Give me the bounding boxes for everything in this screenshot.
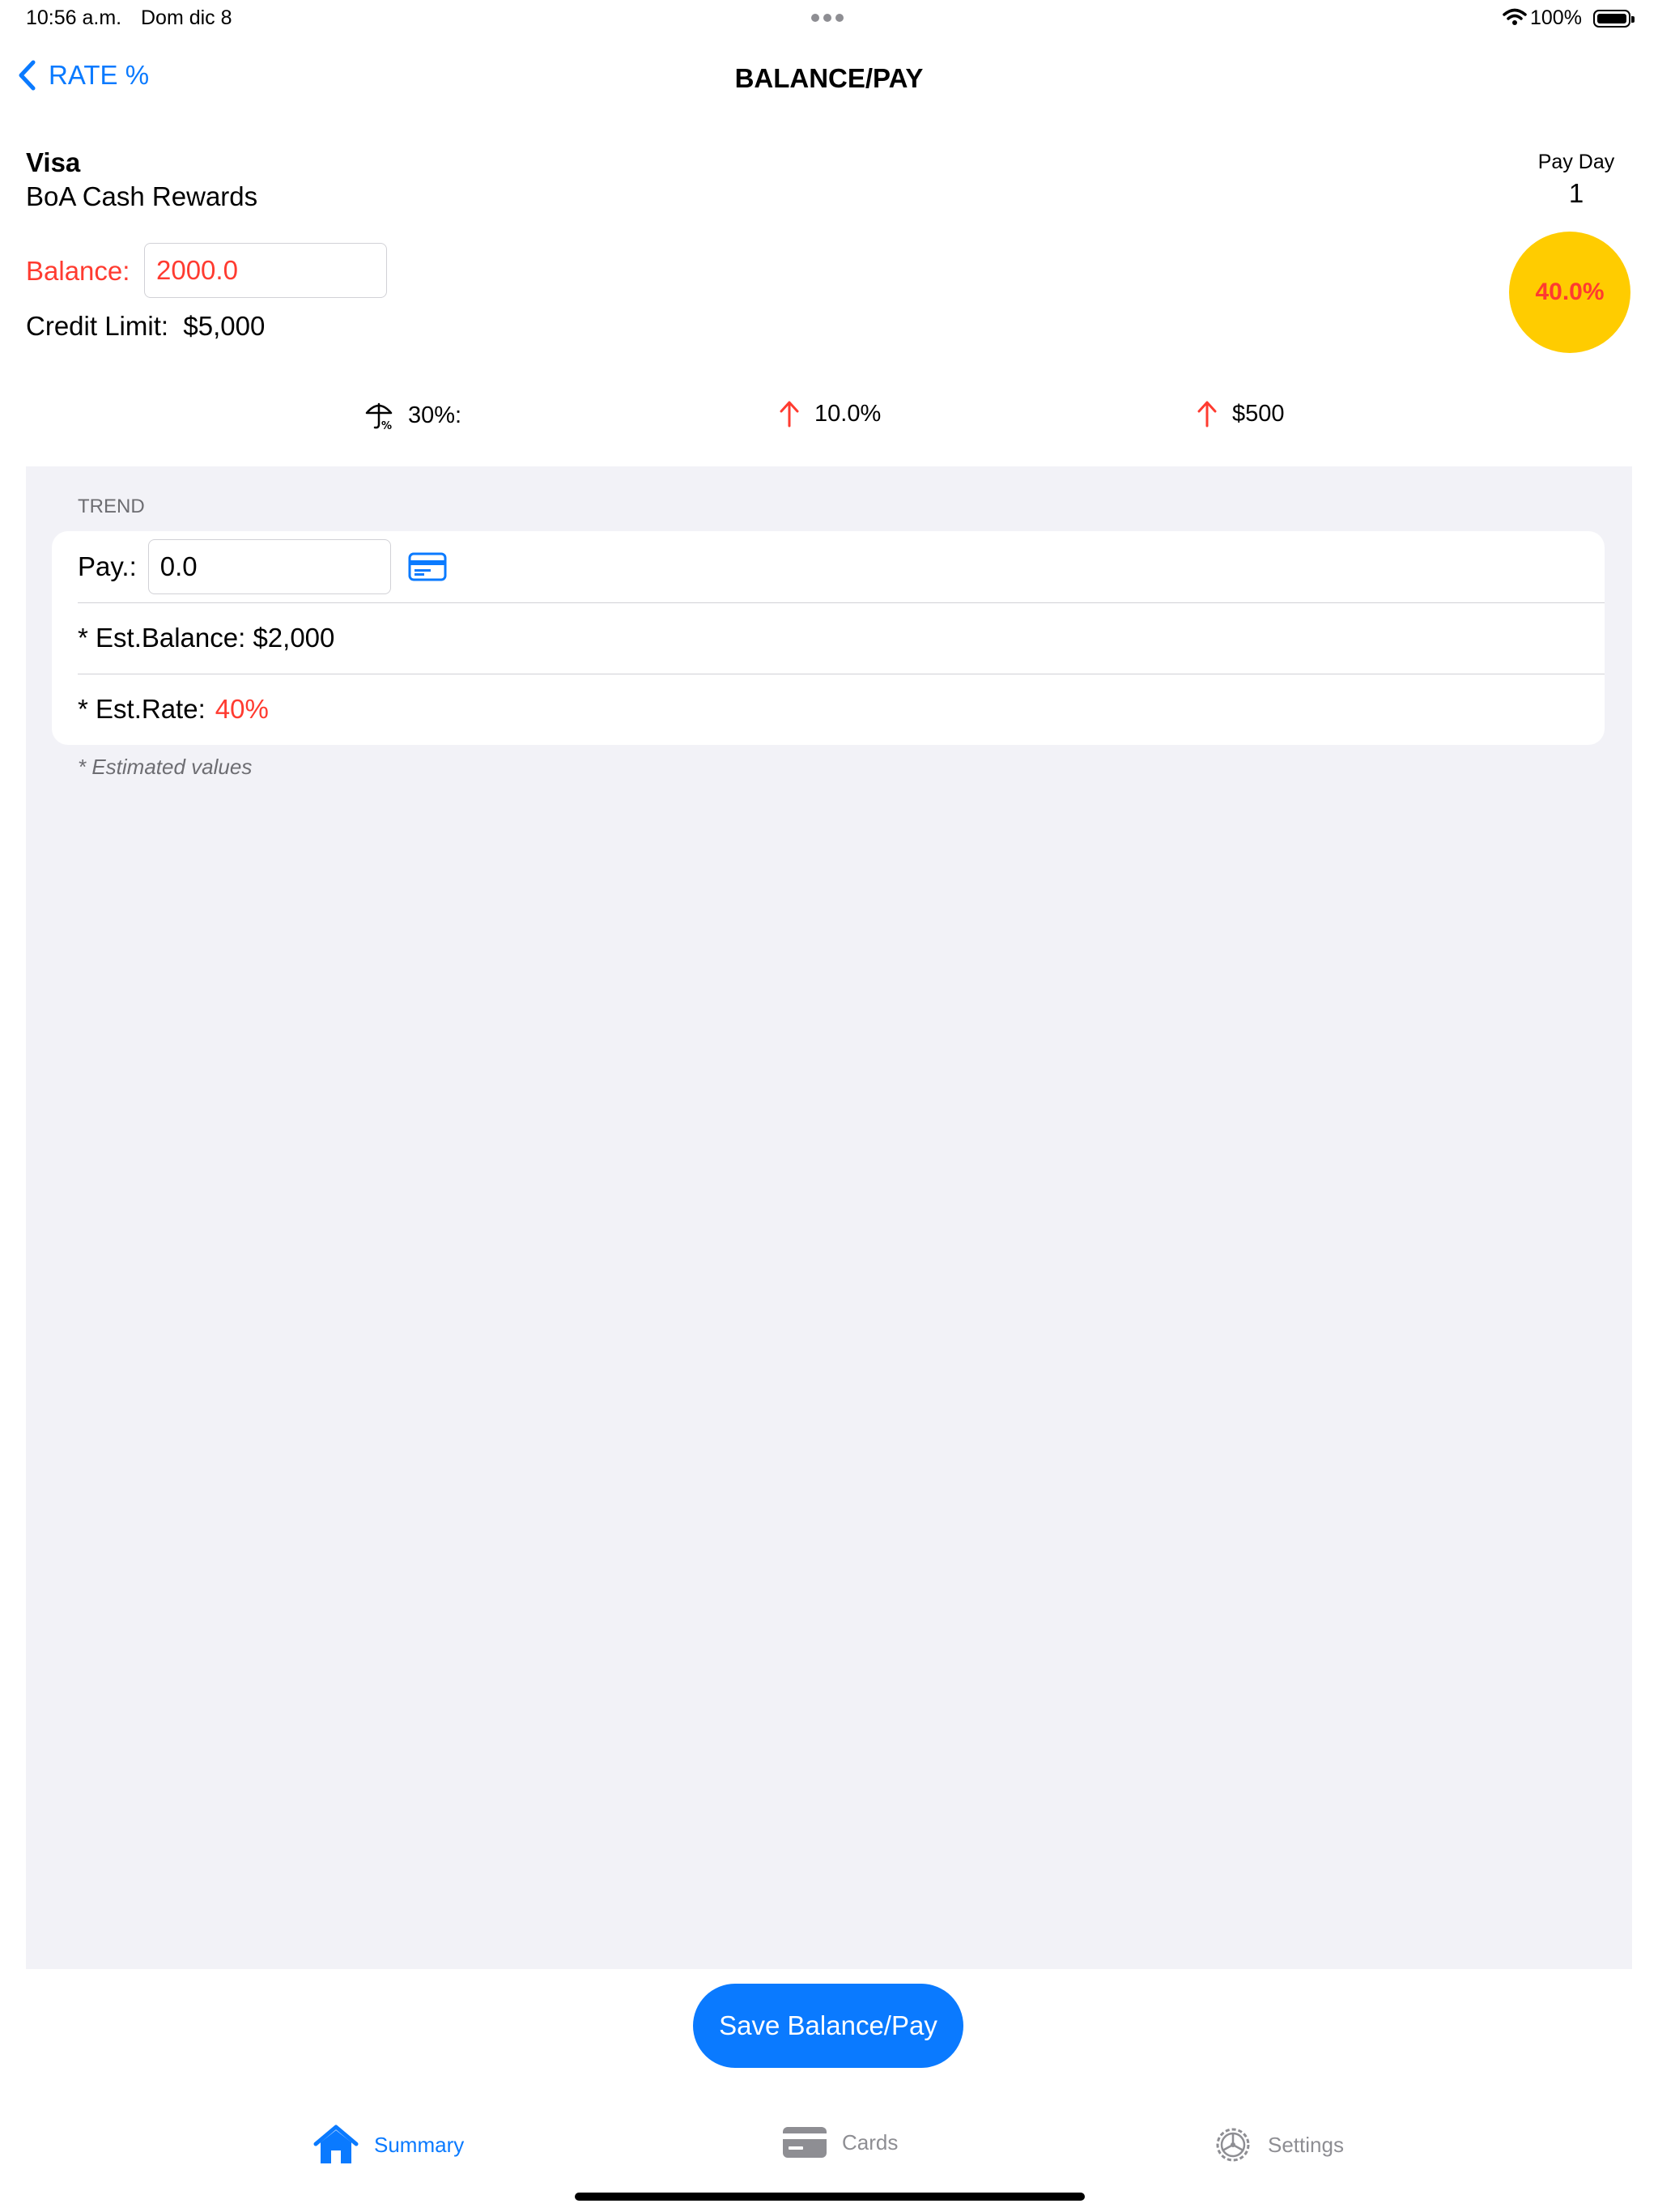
pay-label: Pay.: — [78, 551, 137, 581]
credit-card-icon — [783, 2127, 827, 2158]
est-rate-value: 40% — [215, 694, 269, 724]
umbrella-percent-icon: % — [365, 402, 393, 431]
est-balance-label: * Est.Balance: — [78, 623, 246, 653]
tab-settings-label: Settings — [1268, 2132, 1344, 2157]
gear-icon — [1216, 2128, 1250, 2162]
card-name: BoA Cash Rewards — [26, 181, 258, 211]
credit-card-icon[interactable] — [407, 551, 448, 582]
tab-settings[interactable]: Settings — [1213, 2125, 1344, 2165]
pay-input[interactable] — [147, 539, 391, 594]
stat-utilization-target: % 30%: — [364, 400, 461, 431]
status-time: 10:56 a.m. — [26, 6, 122, 29]
credit-limit-label: Credit Limit: — [26, 311, 169, 341]
est-rate-row: * Est.Rate: 40% — [52, 674, 1605, 745]
battery-percent: 100% — [1530, 6, 1582, 29]
arrow-up-icon — [780, 401, 799, 428]
est-balance-value: $2,000 — [253, 623, 335, 653]
trend-group: Pay.: * Est.Balance: $2,000 * Est.Rate: … — [52, 531, 1605, 745]
credit-limit: Credit Limit: $5,000 — [26, 311, 265, 342]
svg-text:%: % — [381, 420, 392, 431]
status-date: Dom dic 8 — [141, 6, 232, 29]
house-icon — [313, 2125, 359, 2163]
wifi-icon — [1503, 8, 1527, 30]
est-rate-label: * Est.Rate: — [78, 694, 206, 724]
stat-rate-change-label: 10.0% — [814, 400, 882, 427]
tab-cards[interactable]: Cards — [782, 2125, 898, 2160]
home-indicator[interactable] — [575, 2193, 1085, 2201]
stat-utilization-label: 30%: — [408, 402, 462, 428]
page-title: BALANCE/PAY — [734, 63, 924, 93]
stat-amount-change: $500 — [1197, 400, 1285, 428]
card-brand: Visa — [26, 147, 81, 177]
rate-badge: 40.0% — [1509, 232, 1630, 353]
tab-summary-label: Summary — [374, 2132, 465, 2157]
credit-limit-value: $5,000 — [183, 311, 266, 341]
arrow-up-icon — [1197, 401, 1217, 428]
pay-day-label: Pay Day — [1537, 151, 1615, 173]
balance-label: Balance: — [26, 256, 130, 286]
footnote: * Estimated values — [78, 755, 253, 779]
stat-rate-change: 10.0% — [779, 400, 881, 428]
est-balance-row: * Est.Balance: $2,000 — [52, 602, 1605, 674]
tab-summary[interactable]: Summary — [312, 2125, 464, 2165]
section-header-trend: TREND — [78, 496, 145, 517]
tab-cards-label: Cards — [842, 2129, 899, 2155]
pay-row: Pay.: — [52, 531, 1605, 602]
battery-icon — [1593, 10, 1635, 28]
stat-amount-change-label: $500 — [1232, 400, 1285, 427]
save-balance-pay-button[interactable]: Save Balance/Pay — [693, 1984, 963, 2068]
multitasking-dots-icon[interactable] — [811, 11, 848, 26]
balance-input[interactable] — [144, 243, 387, 298]
pay-day-value: 1 — [1568, 178, 1584, 208]
